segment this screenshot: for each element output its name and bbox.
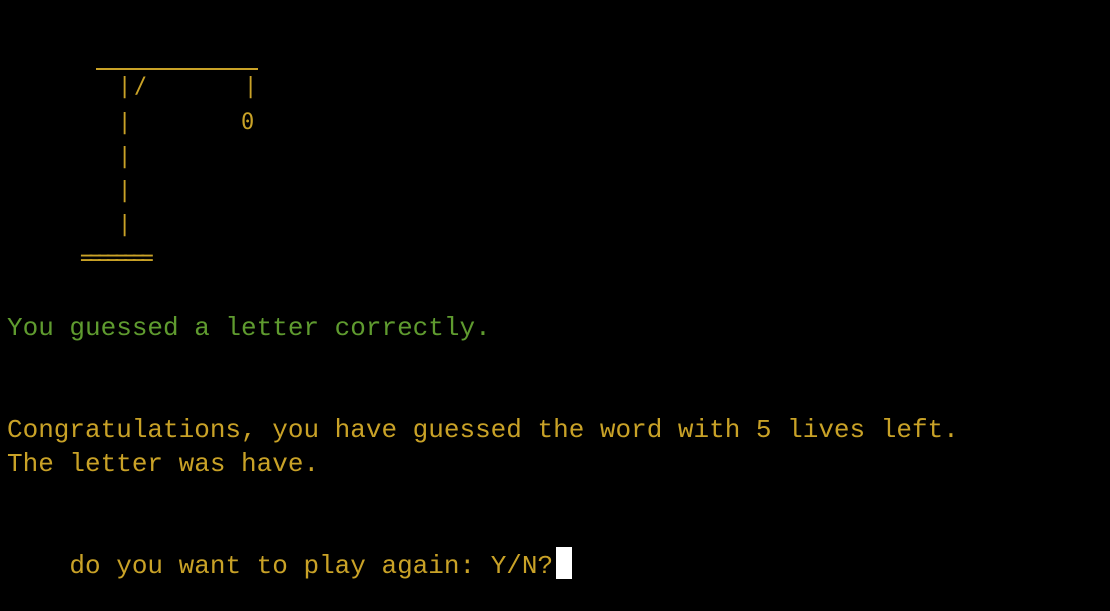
terminal-window: | | | | | / | 0 ======== You guessed a l…	[0, 0, 1110, 581]
gallows-post-2: |	[118, 110, 132, 135]
play-again-prompt[interactable]: do you want to play again: Y/N?	[7, 517, 573, 611]
guess-result-message: You guessed a letter correctly.	[7, 313, 491, 343]
gallows-post-5: |	[118, 212, 132, 237]
gallows-brace: /	[134, 74, 148, 99]
play-again-prompt-text: do you want to play again: Y/N?	[69, 551, 554, 581]
gallows-post-4: |	[118, 178, 132, 203]
hangman-head: 0	[241, 110, 255, 135]
gallows-rope: |	[244, 74, 258, 99]
congratulations-message: Congratulations, you have guessed the wo…	[7, 415, 959, 445]
gallows-top-beam	[96, 68, 258, 70]
gallows-post-3: |	[118, 144, 132, 169]
reveal-message: The letter was have.	[7, 449, 320, 479]
gallows-base: ========	[80, 246, 154, 271]
text-cursor[interactable]	[556, 547, 573, 579]
gallows-post-1: |	[118, 74, 132, 99]
